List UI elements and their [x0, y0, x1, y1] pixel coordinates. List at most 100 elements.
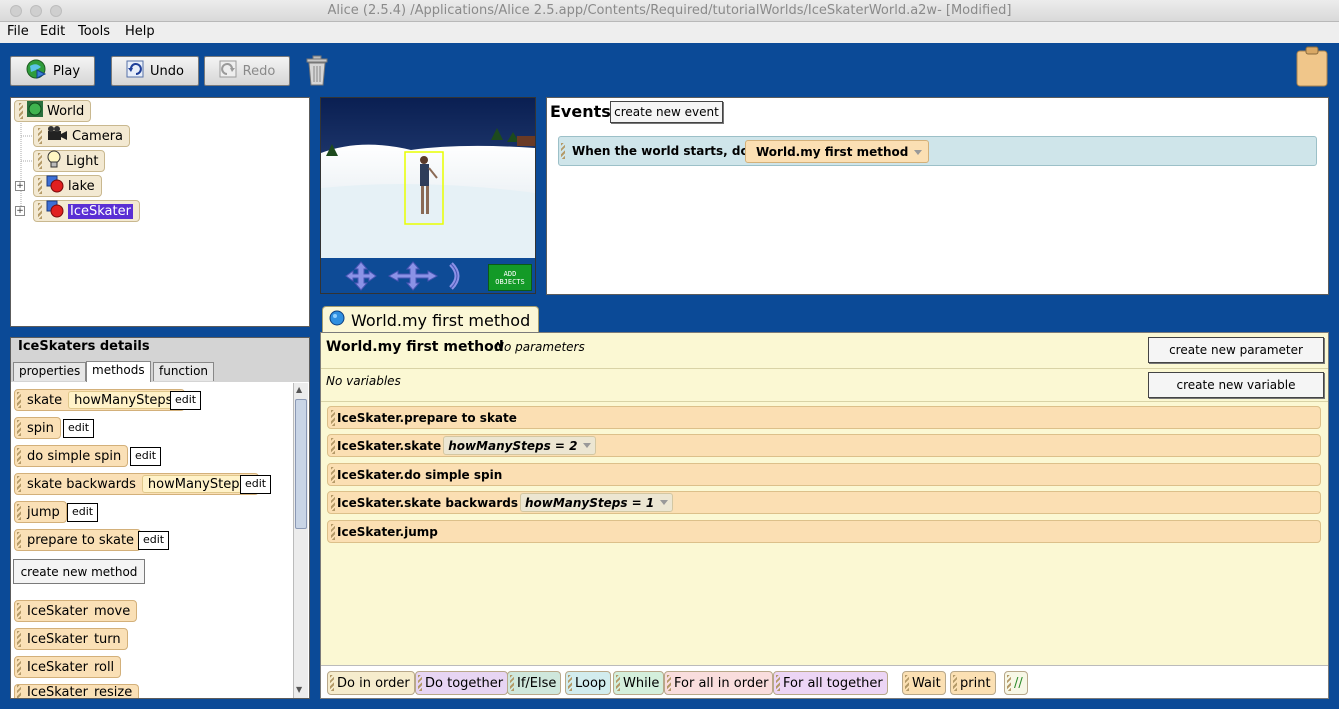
scene-view[interactable]: ADD OBJECTS [320, 97, 536, 294]
control-do-in-order[interactable]: Do in order [327, 671, 415, 695]
create-new-event-button[interactable]: create new event [610, 101, 723, 123]
window-title-bar: Alice (2.5.4) /Applications/Alice 2.5.ap… [0, 0, 1339, 22]
redo-button[interactable]: Redo [204, 56, 290, 86]
method-tile-skate-backwards[interactable]: skate backwards howManySteps [14, 473, 260, 495]
tab-properties[interactable]: properties [13, 362, 87, 381]
drag-grip [330, 675, 334, 691]
object-shapes-icon [46, 200, 64, 222]
tree-node-light[interactable]: Light [33, 150, 106, 172]
drag-grip [667, 675, 671, 691]
move-arrows-icon[interactable] [343, 261, 453, 295]
drag-grip [561, 143, 565, 159]
control-wait[interactable]: Wait [902, 671, 946, 695]
method-editor-tab[interactable]: World.my first method [322, 306, 539, 333]
control-do-together[interactable]: Do together [415, 671, 509, 695]
edit-prepare-to-skate-button[interactable]: edit [138, 531, 170, 550]
statement-skate[interactable]: IceSkater.skate howManySteps = 2 [327, 434, 1321, 457]
builtin-tile-resize[interactable]: IceSkater resize [14, 684, 140, 698]
method-name: skate [27, 392, 63, 408]
statement-arg-dropdown[interactable]: howManySteps = 1 [519, 493, 674, 512]
builtin-name: turn [93, 631, 121, 647]
builtin-name: move [93, 603, 131, 619]
method-tile-jump[interactable]: jump [14, 501, 67, 523]
add-objects-button[interactable]: ADD OBJECTS [488, 264, 532, 291]
scrollbar-thumb[interactable] [295, 399, 307, 529]
menu-tools[interactable]: Tools [78, 24, 110, 39]
control-print[interactable]: print [950, 671, 996, 695]
control-comment[interactable]: // [1004, 671, 1028, 695]
edit-skate-backwards-button[interactable]: edit [240, 475, 272, 494]
tab-function[interactable]: function [153, 362, 215, 381]
builtin-tile-turn[interactable]: IceSkater turn [14, 628, 128, 650]
control-for-all-in-order[interactable]: For all in order [664, 671, 774, 695]
edit-jump-button[interactable]: edit [67, 503, 99, 522]
builtin-tile-move[interactable]: IceSkater move [14, 600, 138, 622]
world-globe-icon [27, 101, 43, 121]
drag-grip [616, 675, 620, 691]
create-new-method-button[interactable]: create new method [13, 559, 145, 584]
divider [321, 368, 1328, 369]
method-name: do simple spin [27, 448, 122, 464]
play-globe-icon [25, 58, 47, 84]
method-tile-skate[interactable]: skate howManySteps [14, 389, 186, 411]
no-parameters-label: No parameters [495, 340, 585, 354]
method-tile-spin[interactable]: spin [14, 417, 61, 439]
play-button[interactable]: Play [10, 56, 95, 86]
details-scrollbar[interactable]: ▲ ▼ [293, 383, 308, 698]
tree-label-iceskater: IceSkater [68, 203, 133, 219]
event-when-world-starts[interactable]: When the world starts, do World.my first… [558, 136, 1317, 166]
control-label: If/Else [517, 675, 557, 691]
object-shapes-icon [46, 175, 64, 197]
statement-do-simple-spin[interactable]: IceSkater.do simple spin [327, 463, 1321, 486]
drag-grip [331, 523, 335, 540]
event-trigger-text: When the world starts, do [572, 144, 749, 158]
control-while[interactable]: While [613, 671, 665, 695]
control-loop[interactable]: Loop [565, 671, 612, 695]
event-method-dropdown[interactable]: World.my first method [745, 140, 930, 163]
clipboard-icon[interactable] [1295, 46, 1329, 92]
drag-grip [510, 675, 514, 691]
drag-grip [17, 631, 21, 647]
drag-grip [331, 494, 335, 511]
undo-label: Undo [150, 63, 184, 79]
method-name: prepare to skate [27, 532, 135, 548]
tree-node-world[interactable]: World [14, 100, 92, 122]
statement-arg-dropdown[interactable]: howManySteps = 2 [443, 436, 597, 455]
statement-prepare-to-skate[interactable]: IceSkater.prepare to skate [327, 406, 1321, 429]
builtin-tile-roll[interactable]: IceSkater roll [14, 656, 122, 678]
tab-methods[interactable]: methods [86, 361, 151, 382]
undo-button[interactable]: Undo [111, 56, 199, 86]
control-if-else[interactable]: If/Else [507, 671, 562, 695]
method-tile-prepare-to-skate[interactable]: prepare to skate [14, 529, 142, 551]
menu-file[interactable]: File [7, 24, 29, 39]
play-label: Play [52, 63, 81, 79]
create-new-variable-button[interactable]: create new variable [1148, 372, 1324, 398]
statement-text: IceSkater.do simple spin [337, 467, 503, 482]
camera-icon [46, 126, 68, 146]
tree-node-lake[interactable]: lake [33, 175, 102, 197]
tree-node-iceskater[interactable]: IceSkater [33, 200, 140, 222]
trash-icon[interactable] [305, 55, 329, 91]
control-for-all-together[interactable]: For all together [773, 671, 888, 695]
rotate-arrow-icon[interactable] [447, 261, 465, 295]
edit-skate-button[interactable]: edit [170, 391, 202, 410]
control-label: Wait [912, 675, 941, 691]
menu-edit[interactable]: Edit [40, 24, 65, 39]
tree-node-camera[interactable]: Camera [33, 125, 131, 147]
expand-lake-icon[interactable]: + [15, 181, 25, 191]
scene-render [321, 98, 535, 258]
drag-grip [17, 504, 21, 520]
method-param: howManySteps [68, 391, 179, 409]
create-new-parameter-button[interactable]: create new parameter [1148, 337, 1324, 363]
statement-jump[interactable]: IceSkater.jump [327, 520, 1321, 543]
expand-iceskater-icon[interactable]: + [15, 206, 25, 216]
menu-help[interactable]: Help [125, 24, 155, 39]
statement-skate-backwards[interactable]: IceSkater.skate backwards howManySteps =… [327, 491, 1321, 514]
edit-spin-button[interactable]: edit [63, 419, 95, 438]
statement-text: IceSkater.skate backwards [337, 495, 518, 510]
scroll-down-icon[interactable]: ▼ [296, 685, 302, 694]
scroll-up-icon[interactable]: ▲ [296, 385, 302, 394]
builtin-name: resize [93, 685, 133, 698]
method-tile-do-simple-spin[interactable]: do simple spin [14, 445, 129, 467]
edit-do-simple-spin-button[interactable]: edit [130, 447, 162, 466]
